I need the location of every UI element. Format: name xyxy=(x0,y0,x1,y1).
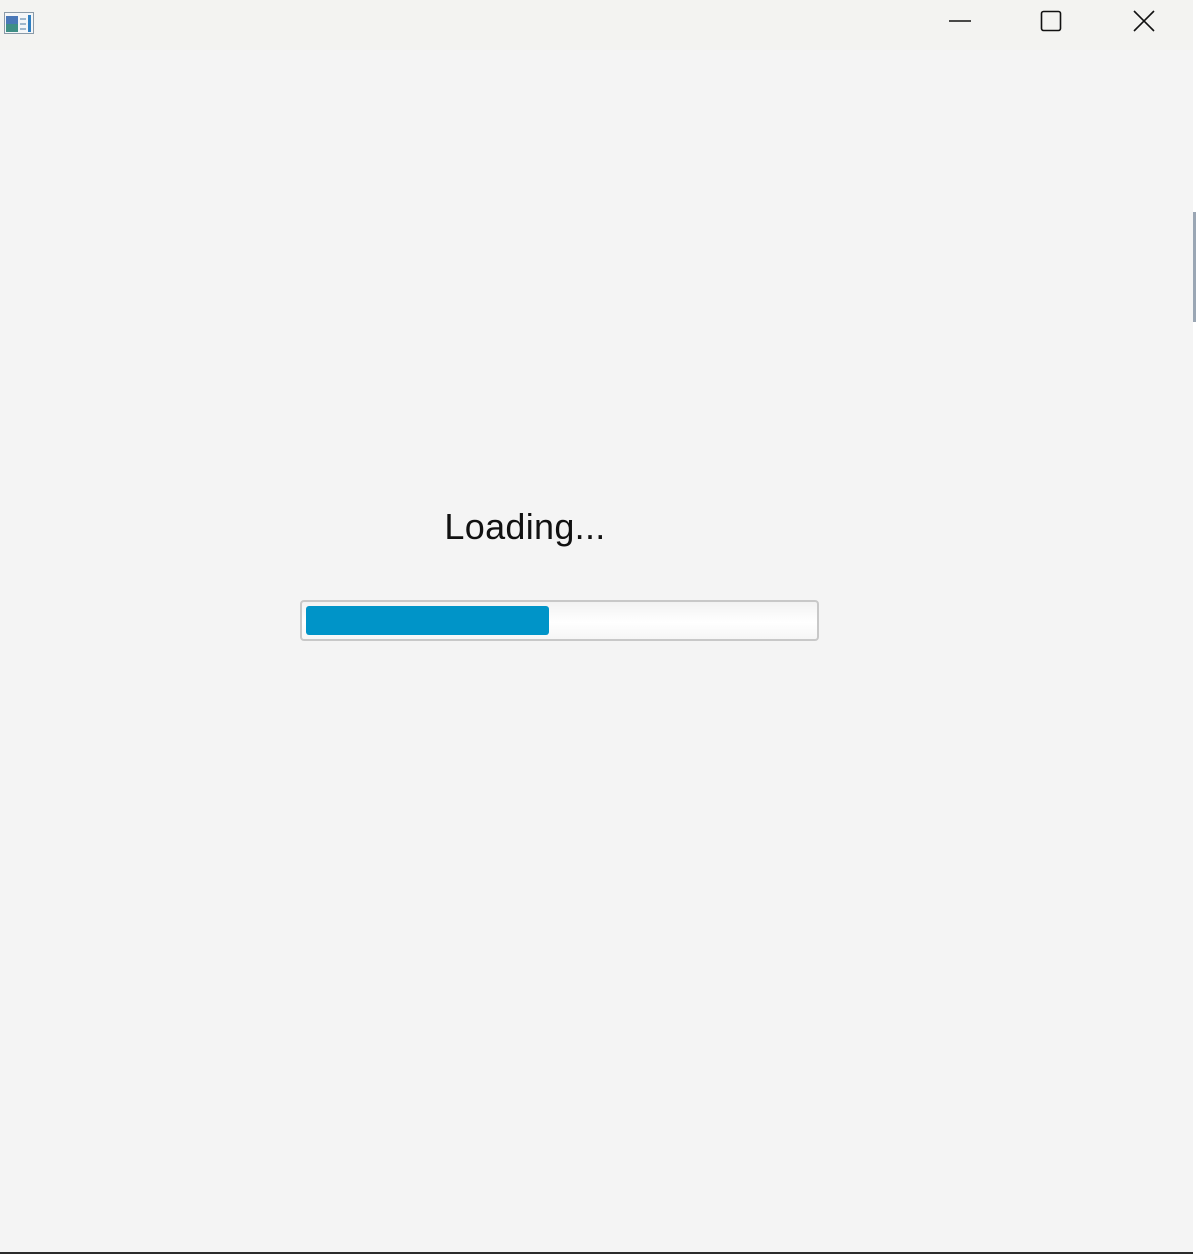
loading-status-text: Loading... xyxy=(444,506,606,547)
maximize-button[interactable] xyxy=(1028,0,1074,46)
app-window-icon xyxy=(4,12,34,34)
title-bar[interactable] xyxy=(0,0,1193,50)
loading-progress-bar xyxy=(300,600,819,641)
close-button[interactable] xyxy=(1121,0,1167,46)
minimize-icon xyxy=(948,9,972,38)
close-icon xyxy=(1132,9,1156,38)
loading-panel: Loading... xyxy=(0,50,1193,1252)
maximize-icon xyxy=(1039,9,1063,38)
minimize-button[interactable] xyxy=(937,0,983,46)
progress-bar-fill xyxy=(306,606,549,635)
app-window: Loading... xyxy=(0,0,1194,1252)
